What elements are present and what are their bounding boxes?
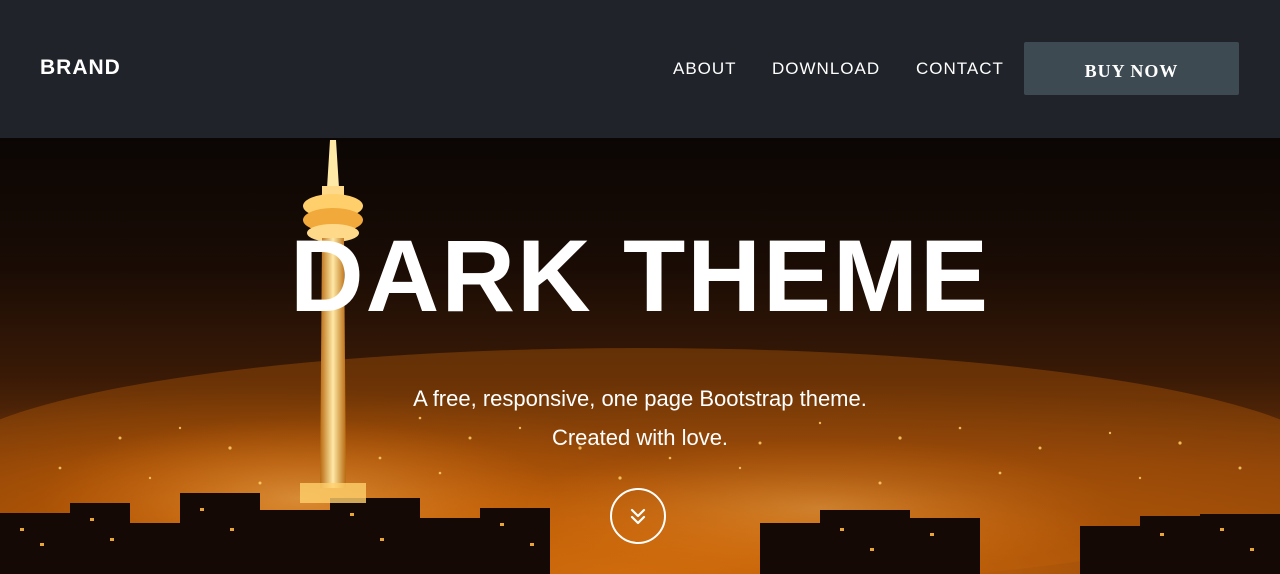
- hero-subtitle-line-1: A free, responsive, one page Bootstrap t…: [413, 386, 867, 411]
- nav-link-about[interactable]: ABOUT: [673, 59, 737, 79]
- scroll-down-button[interactable]: [610, 488, 666, 544]
- nav-link-download[interactable]: DOWNLOAD: [772, 59, 880, 79]
- hero-title: DARK THEME: [290, 219, 990, 333]
- nav-link-contact[interactable]: CONTACT: [916, 59, 1004, 79]
- buy-now-button[interactable]: BUY NOW: [1024, 42, 1239, 95]
- top-navbar: BRAND ABOUT DOWNLOAD CONTACT BUY NOW: [0, 0, 1280, 138]
- hero-subtitle-line-2: Created with love.: [551, 425, 729, 450]
- hero-section: DARK THEME A free, responsive, one page …: [0, 138, 1280, 574]
- double-chevron-down-icon: [630, 508, 646, 525]
